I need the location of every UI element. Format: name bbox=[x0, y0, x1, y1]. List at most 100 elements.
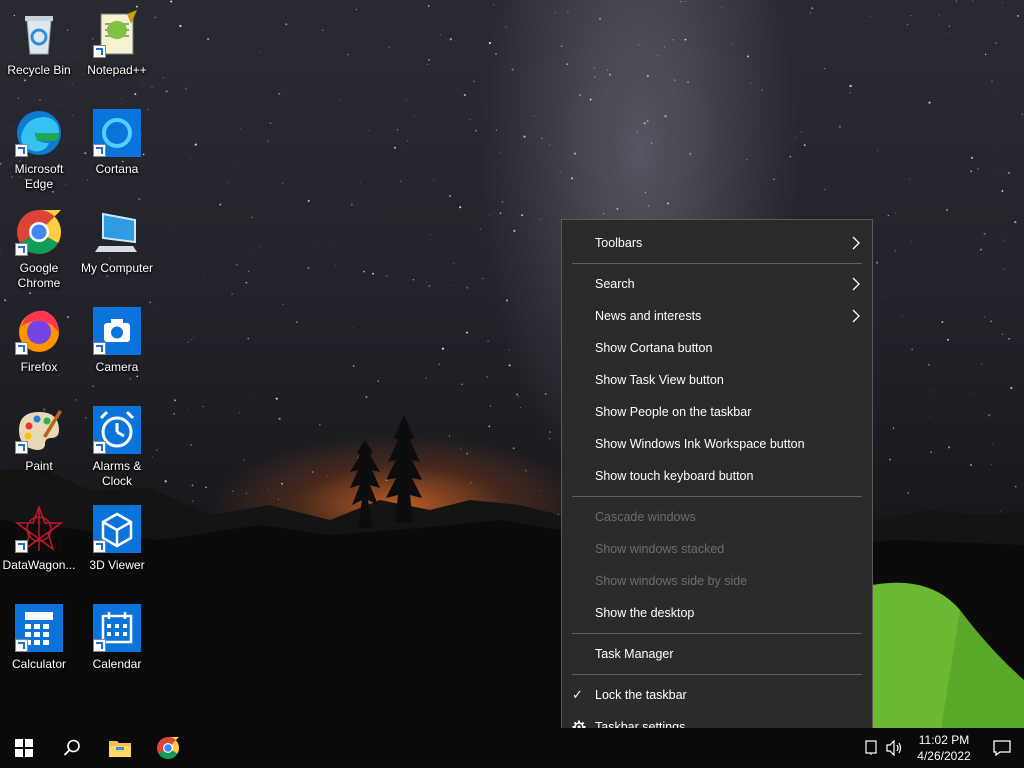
recycle-bin-icon bbox=[15, 10, 63, 58]
paint-icon bbox=[15, 406, 63, 454]
menu-item-show-desktop[interactable]: Show the desktop bbox=[562, 597, 872, 629]
menu-item-windows-stacked: Show windows stacked bbox=[562, 533, 872, 565]
volume-button[interactable] bbox=[882, 728, 908, 768]
desktop-icon-cortana[interactable]: Cortana bbox=[78, 103, 156, 193]
menu-separator bbox=[572, 496, 862, 497]
menu-item-label: Cascade windows bbox=[595, 510, 696, 524]
menu-item-label: Search bbox=[595, 277, 635, 291]
desktop-icon-label: Microsoft Edge bbox=[14, 162, 64, 191]
taskbar-context-menu: Toolbars Search News and interests Show … bbox=[561, 219, 873, 752]
chrome-icon bbox=[15, 208, 63, 256]
shortcut-arrow-icon bbox=[93, 639, 106, 652]
speaker-icon bbox=[886, 740, 902, 756]
menu-item-show-people[interactable]: Show People on the taskbar bbox=[562, 396, 872, 428]
calculator-icon bbox=[15, 604, 63, 652]
datawagon-icon bbox=[14, 504, 64, 553]
menu-item-label: Show Task View button bbox=[595, 373, 724, 387]
desktop-icon-label: Notepad++ bbox=[87, 63, 147, 77]
desktop-icon-label: Camera bbox=[95, 360, 139, 374]
menu-item-label: Show Cortana button bbox=[595, 341, 713, 355]
menu-item-toolbars[interactable]: Toolbars bbox=[562, 227, 872, 259]
menu-item-label: Toolbars bbox=[595, 236, 643, 250]
desktop-icon-label: DataWagon... bbox=[2, 558, 76, 572]
menu-item-news-and-interests[interactable]: News and interests bbox=[562, 300, 872, 332]
firefox-icon bbox=[15, 307, 63, 355]
menu-item-label: Show windows side by side bbox=[595, 574, 748, 588]
computer-icon bbox=[93, 208, 141, 256]
menu-item-label: Show the desktop bbox=[595, 606, 695, 620]
menu-item-lock-taskbar[interactable]: ✓ Lock the taskbar bbox=[562, 679, 872, 711]
shortcut-arrow-icon bbox=[15, 144, 28, 157]
menu-item-label: Show touch keyboard button bbox=[595, 469, 754, 483]
desktop-icon-datawagon[interactable]: DataWagon... bbox=[0, 499, 78, 589]
desktop-icon-camera[interactable]: Camera bbox=[78, 301, 156, 391]
menu-item-show-touch-keyboard[interactable]: Show touch keyboard button bbox=[562, 460, 872, 492]
taskbar-clock[interactable]: 11:02 PM 4/26/2022 bbox=[908, 732, 980, 764]
desktop-icon-my-computer[interactable]: My Computer bbox=[78, 202, 156, 292]
menu-item-search[interactable]: Search bbox=[562, 268, 872, 300]
desktop-icon-label: Calculator bbox=[11, 657, 67, 671]
menu-separator bbox=[572, 263, 862, 264]
menu-item-windows-side-by-side: Show windows side by side bbox=[562, 565, 872, 597]
desktop-icon-label: Google Chrome bbox=[17, 261, 61, 290]
menu-item-cascade-windows: Cascade windows bbox=[562, 501, 872, 533]
desktop-icon-notepadpp[interactable]: Notepad++ bbox=[78, 4, 156, 94]
edge-icon bbox=[15, 109, 63, 157]
desktop-icon-3d-viewer[interactable]: 3D Viewer bbox=[78, 499, 156, 589]
desktop-icon-recycle-bin[interactable]: Recycle Bin bbox=[0, 4, 78, 94]
desktop-icon-label: Alarms & Clock bbox=[92, 459, 142, 488]
chevron-right-icon bbox=[852, 236, 860, 250]
desktop-icon-chrome[interactable]: Google Chrome bbox=[0, 202, 78, 292]
desktop-icon-paint[interactable]: Paint bbox=[0, 400, 78, 490]
shortcut-arrow-icon bbox=[93, 441, 106, 454]
desktop-icon-firefox[interactable]: Firefox bbox=[0, 301, 78, 391]
network-icon bbox=[865, 740, 877, 755]
search-icon bbox=[63, 739, 80, 756]
chrome-icon bbox=[157, 737, 179, 759]
notification-icon bbox=[993, 740, 1011, 756]
desktop-icon-calculator[interactable]: Calculator bbox=[0, 598, 78, 688]
menu-item-label: Show windows stacked bbox=[595, 542, 725, 556]
desktop-icon-label: Cortana bbox=[95, 162, 139, 176]
shortcut-arrow-icon bbox=[15, 441, 28, 454]
windows-logo-icon bbox=[15, 739, 33, 757]
taskbar: 11:02 PM 4/26/2022 bbox=[0, 728, 1024, 768]
menu-item-show-cortana-button[interactable]: Show Cortana button bbox=[562, 332, 872, 364]
taskbar-file-explorer[interactable] bbox=[96, 728, 144, 768]
action-center-button[interactable] bbox=[980, 728, 1024, 768]
notepadpp-icon bbox=[93, 10, 141, 58]
clock-time: 11:02 PM bbox=[918, 733, 970, 747]
desktop-icon-label: Calendar bbox=[92, 657, 142, 671]
menu-item-label: News and interests bbox=[595, 309, 702, 323]
menu-item-label: Show Windows Ink Workspace button bbox=[595, 437, 805, 451]
clock-date: 4/26/2022 bbox=[917, 749, 971, 763]
desktop-icon-label: 3D Viewer bbox=[89, 558, 145, 572]
folder-icon bbox=[109, 741, 131, 757]
menu-separator bbox=[572, 633, 862, 634]
desktop-icon-label: Firefox bbox=[20, 360, 58, 374]
shortcut-arrow-icon bbox=[93, 45, 106, 58]
start-button[interactable] bbox=[0, 728, 48, 768]
menu-item-label: Task Manager bbox=[595, 647, 674, 661]
menu-item-show-task-view-button[interactable]: Show Task View button bbox=[562, 364, 872, 396]
desktop-icon-alarms-clock[interactable]: Alarms & Clock bbox=[78, 400, 156, 490]
chevron-right-icon bbox=[852, 277, 860, 291]
shortcut-arrow-icon bbox=[15, 540, 28, 553]
menu-item-task-manager[interactable]: Task Manager bbox=[562, 638, 872, 670]
desktop-icon-calendar[interactable]: Calendar bbox=[78, 598, 156, 688]
network-button[interactable] bbox=[860, 728, 882, 768]
taskbar-chrome[interactable] bbox=[144, 728, 192, 768]
desktop-icon-label: My Computer bbox=[80, 261, 154, 275]
desktop-icon-edge[interactable]: Microsoft Edge bbox=[0, 103, 78, 193]
system-tray: 11:02 PM 4/26/2022 bbox=[860, 728, 1024, 768]
shortcut-arrow-icon bbox=[93, 144, 106, 157]
search-button[interactable] bbox=[48, 728, 96, 768]
cortana-icon bbox=[93, 109, 141, 157]
desktop-icon-label: Recycle Bin bbox=[7, 63, 71, 77]
calendar-icon bbox=[93, 604, 141, 652]
menu-item-show-ink-workspace[interactable]: Show Windows Ink Workspace button bbox=[562, 428, 872, 460]
checkmark-icon: ✓ bbox=[572, 687, 583, 702]
shortcut-arrow-icon bbox=[15, 243, 28, 256]
menu-item-label: Show People on the taskbar bbox=[595, 405, 752, 419]
camera-icon bbox=[93, 307, 141, 355]
